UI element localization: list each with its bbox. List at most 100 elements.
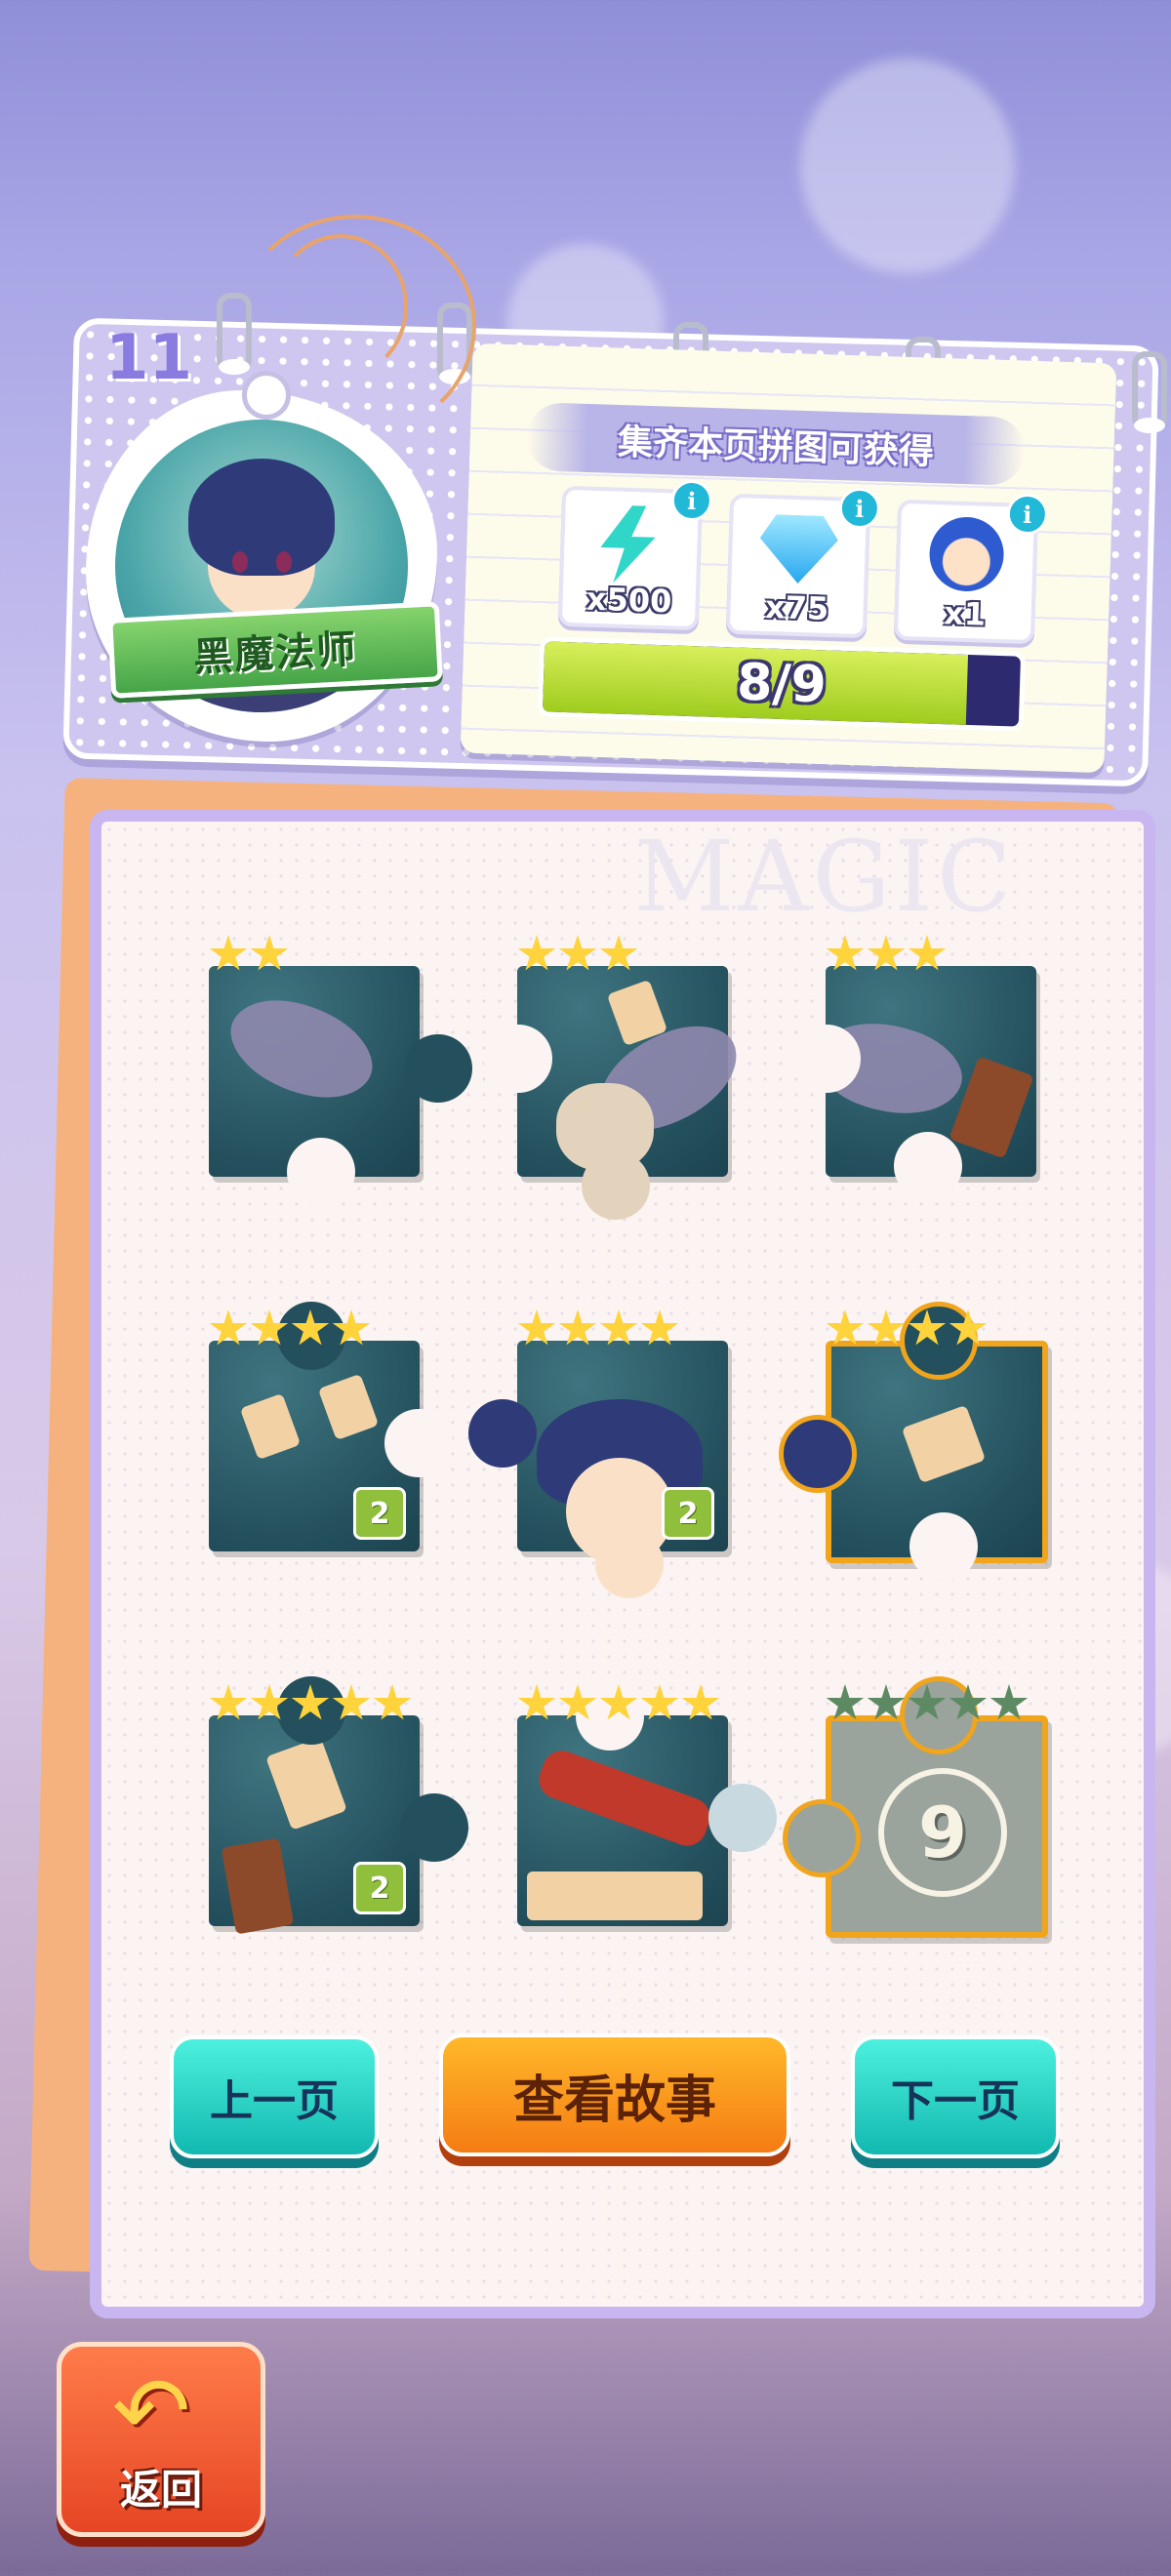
- magic-watermark: MAGIC: [634, 820, 1016, 934]
- reward-title: 集齐本页拼图可获得: [617, 422, 935, 473]
- star-icon: [250, 1684, 289, 1720]
- back-arrow-icon: ↶: [112, 2356, 191, 2466]
- duplicate-count-badge: 2: [662, 1487, 714, 1540]
- piece-notch: [792, 1025, 861, 1093]
- piece-tab: [783, 1799, 861, 1877]
- puzzle-piece-4[interactable]: 2: [209, 1302, 453, 1551]
- energy-bolt-icon: [592, 504, 663, 584]
- piece-art-book: [221, 1837, 295, 1935]
- locked-piece-number: 9: [878, 1768, 1007, 1897]
- tag-hole: [242, 371, 291, 420]
- star-icon: [949, 1309, 988, 1346]
- star-icon: [373, 1684, 412, 1720]
- piece-stars: [209, 1309, 371, 1348]
- piece-tab: [708, 1784, 777, 1852]
- star-icon: [867, 1309, 906, 1346]
- next-page-button[interactable]: 下一页: [851, 2035, 1060, 2158]
- piece-stars: [826, 1684, 1029, 1723]
- puzzle-piece-3[interactable]: [792, 966, 1036, 1200]
- empty-star-icon: [826, 1684, 865, 1720]
- piece-stars: [826, 935, 947, 974]
- character-name: 黑魔法师: [192, 626, 359, 681]
- piece-tab: [400, 1793, 468, 1862]
- puzzle-piece-1[interactable]: [209, 966, 472, 1206]
- puzzle-piece-2[interactable]: [484, 966, 752, 1220]
- star-icon: [291, 1309, 330, 1346]
- star-icon: [209, 1684, 248, 1720]
- star-icon: [908, 1309, 947, 1346]
- reward-diamond[interactable]: x75 i: [725, 487, 881, 639]
- star-icon: [209, 935, 248, 971]
- piece-art-paper: [901, 1404, 987, 1484]
- piece-notch: [484, 1025, 552, 1093]
- star-icon: [517, 1309, 556, 1346]
- reward-count: x75: [764, 587, 829, 627]
- star-icon: [826, 1309, 865, 1346]
- collection-progress-bar: 8/9: [537, 636, 1027, 732]
- star-icon: [599, 1309, 638, 1346]
- view-story-button[interactable]: 查看故事: [439, 2033, 790, 2156]
- reward-count: x500: [586, 580, 672, 621]
- piece-stars: [517, 1684, 720, 1723]
- piece-art-paper: [527, 1872, 703, 1920]
- duplicate-count-badge: 2: [353, 1487, 406, 1540]
- diamond-icon: [758, 514, 838, 584]
- star-icon: [599, 935, 638, 971]
- hanging-string: [273, 234, 408, 379]
- back-label: 返回: [119, 2466, 202, 2514]
- star-icon: [332, 1684, 371, 1720]
- star-icon: [867, 935, 906, 971]
- background-bokeh: [800, 59, 1015, 273]
- star-icon: [517, 1684, 556, 1720]
- star-icon: [599, 1684, 638, 1720]
- empty-star-icon: [908, 1684, 947, 1720]
- piece-tab: [779, 1415, 857, 1493]
- empty-star-icon: [989, 1684, 1029, 1720]
- puzzle-piece-7[interactable]: 2: [209, 1676, 468, 1935]
- reward-count: x1: [943, 594, 987, 633]
- piece-tab: [595, 1530, 664, 1598]
- piece-notch: [909, 1512, 978, 1581]
- empty-star-icon: [949, 1684, 988, 1720]
- star-icon: [250, 935, 289, 971]
- piece-stars: [517, 935, 638, 974]
- piece-notch: [894, 1132, 962, 1200]
- star-icon: [558, 935, 597, 971]
- piece-stars: [517, 1309, 679, 1348]
- piece-stars: [826, 1309, 988, 1348]
- jester-box-icon: [928, 515, 1005, 593]
- portrait-hair: [188, 459, 335, 576]
- piece-art-paper: [317, 1373, 380, 1441]
- piece-notch: [384, 1409, 453, 1477]
- piece-notch: [287, 1138, 355, 1206]
- piece-tab: [404, 1034, 472, 1103]
- star-icon: [558, 1684, 597, 1720]
- page-number: 11: [105, 322, 193, 394]
- portrait-eye: [276, 551, 292, 573]
- star-icon: [332, 1309, 371, 1346]
- star-icon: [826, 935, 865, 971]
- reward-energy[interactable]: x500 i: [557, 479, 713, 631]
- reward-jester-box[interactable]: x1 i: [893, 493, 1049, 645]
- star-icon: [250, 1309, 289, 1346]
- piece-art-scarf: [533, 1745, 716, 1852]
- piece-art-paper: [239, 1392, 302, 1461]
- star-icon: [209, 1309, 248, 1346]
- piece-tab: [582, 1151, 650, 1220]
- star-icon: [640, 1684, 679, 1720]
- portrait-eye: [232, 551, 248, 573]
- star-icon: [558, 1309, 597, 1346]
- puzzle-piece-8[interactable]: [517, 1682, 777, 1926]
- piece-stars: [209, 1684, 412, 1723]
- binder-ring: [1132, 351, 1167, 433]
- star-icon: [640, 1309, 679, 1346]
- puzzle-piece-9-locked[interactable]: 9: [783, 1676, 1048, 1938]
- piece-art-paper: [265, 1737, 347, 1831]
- puzzle-piece-6[interactable]: [779, 1302, 1048, 1581]
- empty-star-icon: [867, 1684, 906, 1720]
- piece-art-wing: [216, 974, 387, 1124]
- prev-page-button[interactable]: 上一页: [170, 2035, 379, 2158]
- piece-tab: [468, 1399, 537, 1468]
- puzzle-piece-5[interactable]: 2: [468, 1341, 728, 1598]
- back-button[interactable]: ↶ 返回: [57, 2342, 265, 2537]
